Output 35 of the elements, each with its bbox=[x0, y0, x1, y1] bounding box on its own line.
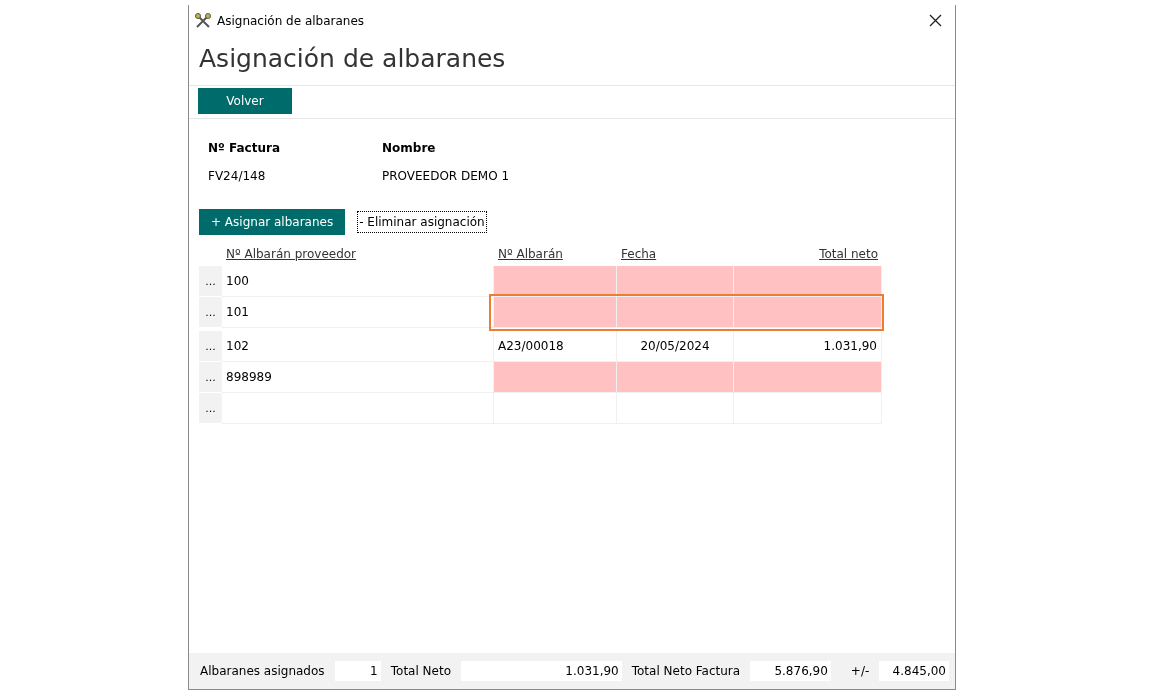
table-cell: 101 bbox=[222, 297, 494, 328]
table-cell: A23/00018 bbox=[494, 331, 617, 362]
total-value: 1 bbox=[334, 661, 381, 681]
page-heading: Asignación de albaranes bbox=[199, 44, 507, 73]
assign-button[interactable]: + Asignar albaranes bbox=[199, 209, 346, 235]
back-button[interactable]: Volver bbox=[198, 88, 292, 114]
table-cell: 100 bbox=[222, 266, 494, 297]
column-header[interactable]: Fecha bbox=[617, 247, 734, 266]
row-handle[interactable]: ... bbox=[199, 331, 222, 362]
total-value: 4.845,00 bbox=[879, 661, 949, 681]
total-value: 1.031,90 bbox=[461, 661, 622, 681]
window-title: Asignación de albaranes bbox=[217, 13, 366, 28]
field-value: PROVEEDOR DEMO 1 bbox=[382, 169, 511, 183]
table-cell: 1.031,90 bbox=[734, 331, 882, 362]
total-value: 5.876,90 bbox=[750, 661, 831, 681]
remove-button[interactable]: - Eliminar asignación bbox=[357, 211, 487, 233]
table-cell: 898989 bbox=[222, 362, 494, 393]
tools-icon bbox=[194, 11, 212, 30]
total-label: Total Neto Factura bbox=[631, 664, 741, 678]
column-header[interactable]: Total neto bbox=[734, 247, 882, 266]
table-cell: 102 bbox=[222, 331, 494, 362]
total-label: Total Neto bbox=[390, 664, 451, 678]
row-handle[interactable]: ... bbox=[199, 297, 222, 328]
total-label: Albaranes asignados bbox=[200, 664, 325, 678]
close-icon bbox=[928, 14, 942, 27]
column-header[interactable]: Nº Albarán bbox=[494, 247, 617, 266]
total-label: +/- bbox=[850, 664, 870, 678]
row-handle[interactable]: ... bbox=[199, 362, 222, 393]
column-header[interactable]: Nº Albarán proveedor bbox=[222, 247, 494, 266]
field-label: Nombre bbox=[382, 141, 437, 155]
table-cell: 20/05/2024 bbox=[617, 331, 734, 362]
row-handle[interactable]: ... bbox=[199, 266, 222, 297]
row-handle[interactable]: ... bbox=[199, 393, 222, 424]
field-value: FV24/148 bbox=[208, 169, 267, 183]
field-label: Nº Factura bbox=[208, 141, 281, 155]
